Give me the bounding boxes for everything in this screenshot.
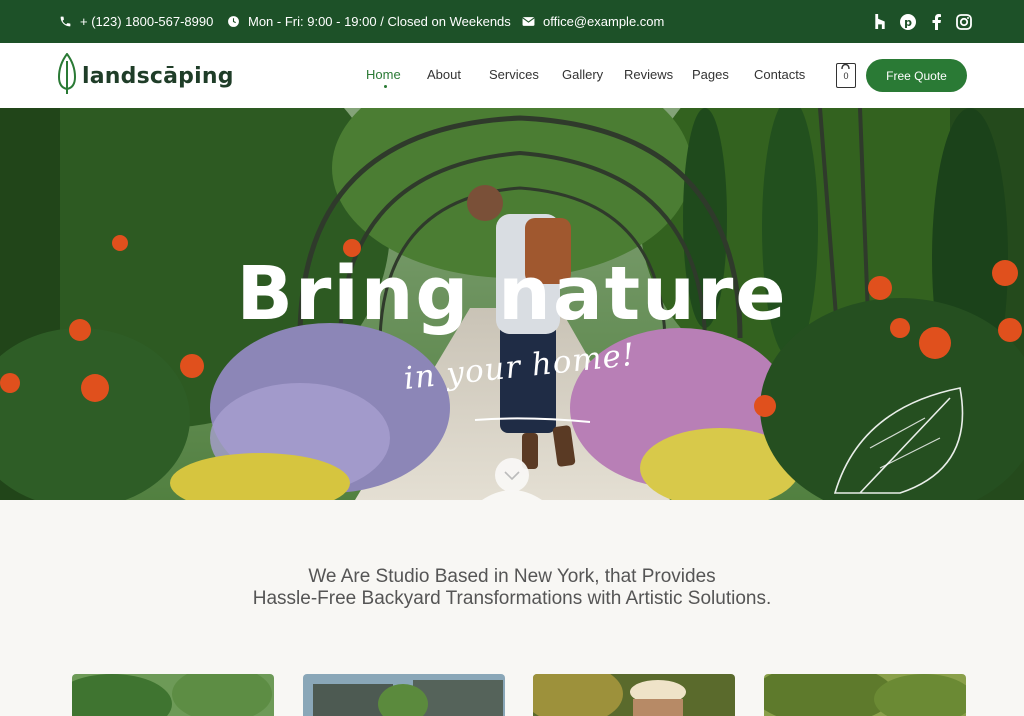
pinterest-icon[interactable]: p (900, 13, 916, 30)
shopping-bag-icon[interactable]: 0 (836, 63, 856, 88)
nav-contacts[interactable]: Contacts (754, 67, 805, 82)
nav-about[interactable]: About (427, 67, 461, 82)
svg-text:p: p (904, 16, 912, 29)
nav-pages[interactable]: Pages (692, 67, 729, 82)
active-nav-indicator (384, 85, 387, 88)
free-quote-button[interactable]: Free Quote (866, 59, 967, 92)
phone-number: + (123) 1800-567-8990 (80, 14, 214, 29)
nav-gallery[interactable]: Gallery (562, 67, 603, 82)
facebook-icon[interactable] (928, 13, 944, 30)
intro-text: We Are Studio Based in New York, that Pr… (0, 566, 1024, 610)
envelope-icon (521, 15, 535, 29)
email-info[interactable]: office@example.com (521, 0, 664, 43)
houzz-icon[interactable] (872, 14, 888, 30)
phone-info[interactable]: + (123) 1800-567-8990 (58, 0, 213, 43)
hero-banner: Bring nature in your home! (0, 108, 1024, 500)
gallery-thumb-4[interactable] (764, 674, 966, 716)
hero-title: Bring nature (236, 251, 788, 337)
nav-reviews[interactable]: Reviews (624, 67, 673, 82)
cart-count: 0 (843, 71, 849, 81)
nav-home[interactable]: Home (366, 67, 401, 82)
clock-icon (226, 15, 240, 29)
gallery-thumb-1[interactable] (72, 674, 274, 716)
business-hours: Mon - Fri: 9:00 - 19:00 / Closed on Week… (248, 14, 511, 29)
chevron-down-icon[interactable] (493, 456, 531, 494)
top-info-bar: + (123) 1800-567-8990 Mon - Fri: 9:00 - … (0, 0, 1024, 43)
hours-info: Mon - Fri: 9:00 - 19:00 / Closed on Week… (226, 0, 511, 43)
nav-services[interactable]: Services (489, 67, 539, 82)
intro-line-1: We Are Studio Based in New York, that Pr… (308, 566, 716, 587)
instagram-icon[interactable] (956, 13, 972, 30)
intro-line-2: Hassle-Free Backyard Transformations wit… (252, 588, 772, 609)
social-links: p (860, 0, 972, 43)
gallery-thumb-3[interactable] (533, 674, 735, 716)
gallery-thumb-2[interactable] (303, 674, 505, 716)
phone-icon (58, 15, 72, 29)
email-address: office@example.com (543, 14, 665, 29)
